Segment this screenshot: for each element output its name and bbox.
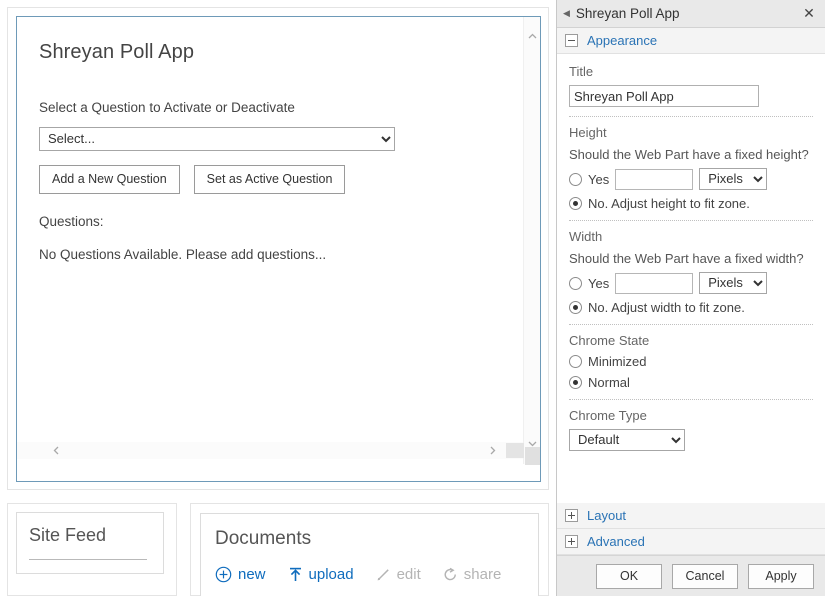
- chrome-type-select[interactable]: Default: [569, 429, 685, 451]
- section-header-appearance[interactable]: Appearance: [557, 28, 825, 54]
- set-active-question-button[interactable]: Set as Active Question: [193, 165, 346, 194]
- section-label-advanced[interactable]: Advanced: [587, 534, 645, 549]
- site-feed-divider: [29, 559, 147, 560]
- pencil-icon: [376, 567, 391, 582]
- new-command-label: new: [238, 566, 266, 583]
- scroll-left-icon[interactable]: [47, 442, 64, 459]
- site-feed-zone: Site Feed: [7, 503, 177, 596]
- documents-title: Documents: [215, 528, 312, 549]
- questions-empty-message: No Questions Available. Please add quest…: [39, 247, 327, 262]
- height-unit-select[interactable]: Pixels: [699, 168, 768, 190]
- width-value-input[interactable]: [615, 272, 694, 294]
- site-feed-webpart[interactable]: Site Feed: [16, 512, 164, 574]
- scroll-up-icon[interactable]: [524, 27, 541, 44]
- upload-command-label: upload: [308, 566, 354, 583]
- apply-button[interactable]: Apply: [748, 563, 814, 589]
- width-fixed-yes-radio[interactable]: [569, 276, 582, 290]
- chrome-type-label: Chrome Type: [569, 408, 647, 423]
- section-header-layout[interactable]: Layout: [557, 503, 825, 529]
- edit-command: edit: [376, 566, 421, 583]
- height-group-label: Height: [569, 125, 607, 140]
- chrome-state-label: Chrome State: [569, 333, 650, 348]
- width-yes-label: Yes: [588, 275, 610, 291]
- width-unit-select[interactable]: Pixels: [699, 272, 768, 294]
- width-auto-no-radio[interactable]: [569, 301, 582, 314]
- title-input[interactable]: [569, 85, 759, 107]
- width-yes-row: Yes Pixels: [569, 272, 813, 294]
- webpart-vertical-scrollbar[interactable]: [523, 17, 541, 465]
- chrome-state-minimized-label: Minimized: [588, 354, 647, 369]
- chrome-state-normal-radio[interactable]: [569, 376, 582, 389]
- section-label-appearance[interactable]: Appearance: [587, 33, 657, 48]
- question-select[interactable]: Select...: [39, 127, 395, 151]
- select-question-label: Select a Question to Activate or Deactiv…: [39, 100, 295, 115]
- chrome-state-normal-row: Normal: [569, 375, 813, 390]
- width-no-row: No. Adjust width to fit zone.: [569, 300, 813, 315]
- cancel-button[interactable]: Cancel: [672, 563, 738, 589]
- edit-command-label: edit: [396, 566, 421, 583]
- title-field-label: Title: [569, 64, 594, 79]
- share-icon: [443, 567, 458, 582]
- back-triangle-icon[interactable]: ◀: [563, 9, 570, 18]
- share-command: share: [443, 566, 502, 583]
- expand-plus-icon[interactable]: [565, 509, 578, 522]
- poll-webpart-selected[interactable]: Shreyan Poll App Select a Question to Ac…: [16, 16, 541, 482]
- upload-command[interactable]: upload: [288, 566, 354, 583]
- poll-form: Select a Question to Activate or Deactiv…: [39, 99, 518, 262]
- upload-arrow-icon: [288, 566, 303, 583]
- expand-plus-icon[interactable]: [565, 535, 578, 548]
- separator-chromestate-chrometype: [569, 399, 813, 400]
- add-new-question-button[interactable]: Add a New Question: [39, 165, 180, 194]
- appearance-section-body: Title Height Should the Web Part have a …: [557, 54, 825, 503]
- poll-webpart-body: Shreyan Poll App Select a Question to Ac…: [17, 17, 540, 481]
- page-content-area: Shreyan Poll App Select a Question to Ac…: [0, 0, 556, 596]
- plus-circle-icon: [215, 566, 232, 583]
- width-no-label: No. Adjust width to fit zone.: [588, 300, 745, 315]
- width-group-label: Width: [569, 229, 603, 244]
- separator-width-chromestate: [569, 324, 813, 325]
- width-question-label: Should the Web Part have a fixed width?: [569, 251, 804, 266]
- section-header-advanced[interactable]: Advanced: [557, 529, 825, 555]
- webpart-zone: Shreyan Poll App Select a Question to Ac…: [7, 7, 549, 490]
- ok-button[interactable]: OK: [596, 563, 662, 589]
- height-auto-no-radio[interactable]: [569, 197, 582, 210]
- collapse-minus-icon[interactable]: [565, 34, 578, 47]
- poll-button-row: Add a New Question Set as Active Questio…: [39, 165, 518, 194]
- height-yes-row: Yes Pixels: [569, 168, 813, 190]
- height-no-label: No. Adjust height to fit zone.: [588, 196, 750, 211]
- questions-heading: Questions:: [39, 214, 104, 229]
- section-label-layout[interactable]: Layout: [587, 508, 626, 523]
- scroll-right-icon[interactable]: [484, 442, 501, 459]
- tool-pane-title: Shreyan Poll App: [575, 6, 680, 21]
- height-fixed-yes-radio[interactable]: [569, 172, 582, 186]
- tool-pane-titlebar: ◀ Shreyan Poll App ✕: [557, 0, 825, 28]
- share-command-label: share: [463, 566, 502, 583]
- horizontal-scroll-thumb[interactable]: [506, 443, 524, 458]
- webpart-horizontal-scrollbar[interactable]: [17, 442, 524, 459]
- separator-title-height: [569, 116, 813, 117]
- site-feed-title: Site Feed: [29, 525, 107, 545]
- height-no-row: No. Adjust height to fit zone.: [569, 196, 813, 211]
- page-root: Shreyan Poll App Select a Question to Ac…: [0, 0, 825, 596]
- webpart-tool-pane: ◀ Shreyan Poll App ✕ Appearance Title He…: [556, 0, 825, 596]
- chrome-state-minimized-row: Minimized: [569, 354, 813, 369]
- webpart-title: Shreyan Poll App: [39, 41, 195, 63]
- chrome-state-minimized-radio[interactable]: [569, 355, 582, 368]
- vertical-scroll-thumb[interactable]: [525, 447, 540, 465]
- separator-height-width: [569, 220, 813, 221]
- documents-zone: Documents new upload edit share: [190, 503, 549, 596]
- close-icon[interactable]: ✕: [799, 4, 819, 24]
- documents-command-bar: new upload edit share: [215, 566, 501, 583]
- height-question-label: Should the Web Part have a fixed height?: [569, 147, 809, 162]
- height-value-input[interactable]: [615, 168, 694, 190]
- documents-webpart[interactable]: Documents new upload edit share: [200, 513, 539, 596]
- new-command[interactable]: new: [215, 566, 266, 583]
- height-yes-label: Yes: [588, 171, 610, 187]
- tool-pane-footer: OK Cancel Apply: [557, 555, 825, 596]
- chrome-state-normal-label: Normal: [588, 375, 630, 390]
